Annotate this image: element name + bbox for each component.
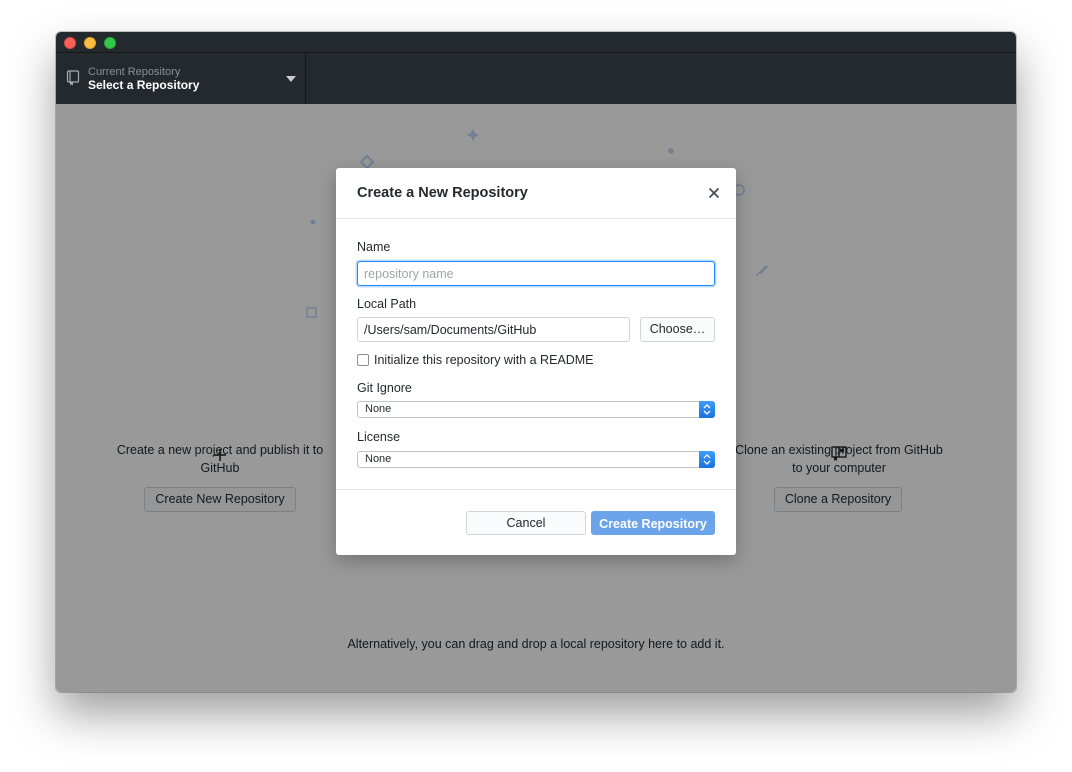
create-repository-button[interactable]: Create Repository (591, 511, 715, 535)
gitignore-select[interactable]: None (357, 401, 715, 418)
cancel-button[interactable]: Cancel (466, 511, 586, 535)
triangle-down-icon (286, 76, 296, 82)
gitignore-selected-value: None (365, 403, 392, 415)
license-label: License (357, 430, 401, 444)
modal-overlay[interactable]: Create a New Repository Name Local Path … (56, 104, 1016, 692)
name-label: Name (357, 240, 391, 254)
title-bar (56, 32, 1016, 53)
choose-path-button[interactable]: Choose… (640, 317, 715, 342)
toolbar: Current Repository Select a Repository (56, 53, 1016, 104)
license-selected-value: None (365, 453, 392, 465)
current-repository-picker[interactable]: Current Repository Select a Repository (56, 53, 306, 104)
gitignore-label: Git Ignore (357, 381, 412, 395)
app-window: Current Repository Select a Repository C… (56, 32, 1016, 692)
close-icon[interactable] (708, 187, 720, 199)
select-arrows-icon (699, 451, 715, 468)
repo-picker-sublabel: Current Repository (88, 66, 181, 78)
window-zoom-button[interactable] (104, 37, 116, 49)
dialog-footer: Cancel Create Repository (336, 489, 736, 555)
local-path-label: Local Path (357, 297, 417, 311)
window-minimize-button[interactable] (84, 37, 96, 49)
create-repository-dialog: Create a New Repository Name Local Path … (336, 168, 736, 555)
readme-checkbox[interactable] (357, 354, 369, 366)
dialog-header: Create a New Repository (336, 168, 736, 219)
license-select[interactable]: None (357, 451, 715, 468)
dialog-title: Create a New Repository (357, 185, 528, 201)
select-arrows-icon (699, 401, 715, 418)
local-path-input[interactable] (357, 317, 630, 342)
repo-icon (66, 70, 80, 86)
repository-name-input[interactable] (357, 261, 715, 286)
readme-checkbox-label[interactable]: Initialize this repository with a README (374, 353, 594, 367)
repo-picker-label: Select a Repository (88, 78, 200, 92)
window-close-button[interactable] (64, 37, 76, 49)
